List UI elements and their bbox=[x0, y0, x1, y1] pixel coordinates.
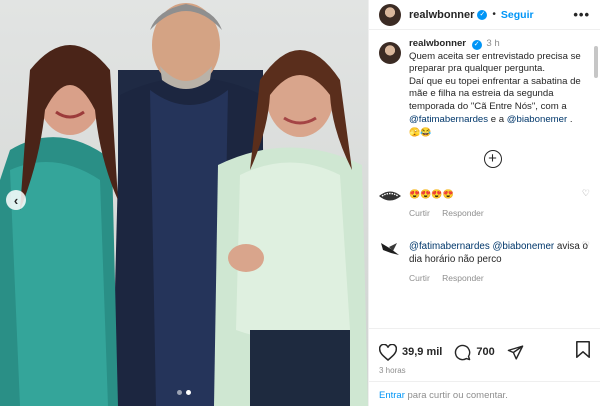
comment-like-link[interactable]: Curtir bbox=[409, 208, 430, 218]
load-more-comments-button[interactable]: + bbox=[483, 149, 502, 168]
comment-button[interactable]: 700 bbox=[454, 344, 506, 361]
comment-body: 😍😍😍😍 Curtir Responder bbox=[409, 188, 590, 220]
caption-line-2: Daí que eu topei enfrentar a sabatina de… bbox=[409, 75, 581, 112]
post-time-ago: 3 horas bbox=[379, 366, 406, 375]
comment-icon bbox=[455, 344, 471, 360]
load-more-wrap: + bbox=[379, 149, 590, 168]
chevron-left-icon: ‹ bbox=[13, 192, 19, 208]
post-header: realwbonner ✓ • Seguir ••• bbox=[369, 0, 600, 30]
caption-time: 3 h bbox=[486, 38, 500, 49]
more-options-icon[interactable]: ••• bbox=[573, 7, 590, 22]
carousel-dots bbox=[0, 390, 368, 395]
post-photo-illustration bbox=[0, 3, 368, 406]
carousel-dot bbox=[177, 390, 182, 395]
follow-button[interactable]: Seguir bbox=[501, 9, 534, 21]
mention-link[interactable]: @biabonemer bbox=[507, 114, 567, 125]
comments-scrollbar[interactable] bbox=[594, 40, 599, 328]
share-button[interactable] bbox=[507, 344, 524, 361]
plus-icon: + bbox=[488, 150, 497, 168]
add-comment-prompt: Entrar para curtir ou comentar. bbox=[369, 381, 600, 406]
previous-photo-button[interactable]: ‹ bbox=[6, 190, 26, 210]
login-link[interactable]: Entrar bbox=[379, 390, 405, 401]
comments-count: 700 bbox=[476, 346, 495, 358]
comment-reply-link[interactable]: Responder bbox=[442, 273, 484, 283]
comment-like-link[interactable]: Curtir bbox=[409, 273, 430, 283]
caption-end: . bbox=[569, 113, 573, 125]
comment-actions: Curtir Responder bbox=[409, 272, 590, 285]
post-photo[interactable]: ‹ bbox=[0, 0, 368, 406]
caption-avatar[interactable] bbox=[379, 42, 401, 64]
heart-icon[interactable]: ♡ bbox=[582, 240, 590, 251]
header-username[interactable]: realwbonner bbox=[409, 9, 474, 21]
caption-username[interactable]: realwbonner bbox=[409, 38, 466, 49]
post-caption: realwbonner ✓ 3 h Quem aceita ser entrev… bbox=[379, 38, 590, 140]
bookmark-icon bbox=[576, 341, 590, 358]
comment-text: 😍😍😍😍 bbox=[409, 188, 454, 199]
comment-avatar[interactable] bbox=[379, 241, 401, 257]
scrollbar-thumb[interactable] bbox=[594, 46, 598, 78]
send-icon bbox=[507, 344, 524, 360]
save-button[interactable] bbox=[576, 341, 590, 363]
post-footer: 39,9 mil 700 3 horas Entrar para curtir … bbox=[369, 328, 600, 401]
post-side-panel: realwbonner ✓ • Seguir ••• realwbonner ✓… bbox=[368, 0, 600, 406]
separator-dot: • bbox=[492, 9, 496, 20]
add-comment-text: para curtir ou comentar. bbox=[407, 390, 508, 401]
comment-item: @fatimabernardes @biabonemer avisa o dia… bbox=[379, 240, 590, 285]
mention-link[interactable]: @fatimabernardes bbox=[409, 114, 488, 125]
verified-icon: ✓ bbox=[471, 40, 482, 50]
heart-icon bbox=[379, 343, 397, 361]
comment-reply-link[interactable]: Responder bbox=[442, 208, 484, 218]
heart-icon[interactable]: ♡ bbox=[582, 188, 590, 199]
likes-count: 39,9 mil bbox=[402, 346, 443, 358]
caption-text: realwbonner ✓ 3 h Quem aceita ser entrev… bbox=[409, 38, 590, 140]
comment-item: 😍😍😍😍 Curtir Responder ♡ bbox=[379, 188, 590, 220]
comments-list: realwbonner ✓ 3 h Quem aceita ser entrev… bbox=[369, 38, 600, 328]
carousel-dot-active bbox=[186, 390, 191, 395]
comment-avatar[interactable] bbox=[379, 189, 401, 203]
mention-link[interactable]: @biabonemer bbox=[492, 241, 554, 252]
caption-and: e a bbox=[490, 113, 505, 125]
action-bar: 39,9 mil 700 bbox=[369, 329, 600, 365]
caption-emojis: 🫣😂 bbox=[409, 127, 432, 138]
avatar[interactable] bbox=[379, 3, 401, 26]
mention-link[interactable]: @fatimabernardes bbox=[409, 241, 490, 252]
comment-actions: Curtir Responder bbox=[409, 207, 590, 220]
like-button[interactable]: 39,9 mil bbox=[379, 343, 454, 361]
comment-body: @fatimabernardes @biabonemer avisa o dia… bbox=[409, 240, 590, 285]
verified-icon: ✓ bbox=[477, 9, 488, 20]
caption-line-1: Quem aceita ser entrevistado precisa se … bbox=[409, 50, 581, 75]
